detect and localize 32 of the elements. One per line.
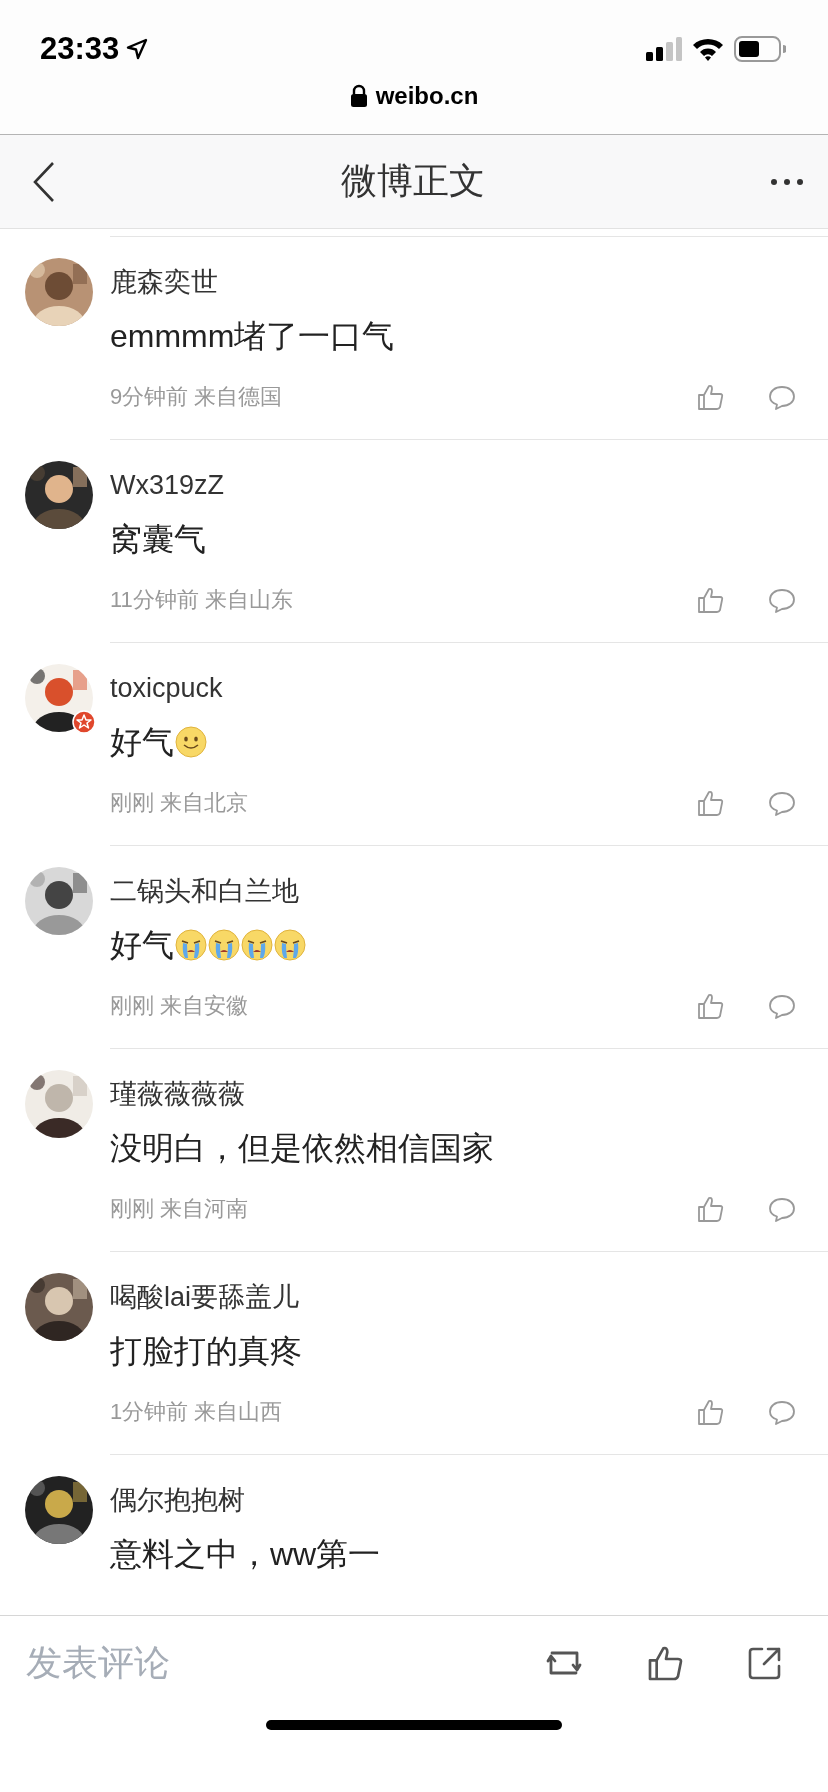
comment-text: 好气 bbox=[110, 723, 174, 762]
username[interactable]: Wx319zZ bbox=[110, 467, 828, 503]
comment-field[interactable]: 发表评论 bbox=[26, 1642, 326, 1684]
battery-icon bbox=[734, 36, 786, 62]
comment-text: 没明白，但是依然相信国家 bbox=[110, 1129, 494, 1168]
username[interactable]: 瑾薇薇薇薇 bbox=[110, 1076, 828, 1112]
wifi-icon bbox=[692, 37, 724, 61]
username[interactable]: 鹿森奕世 bbox=[110, 264, 828, 300]
username[interactable]: 喝酸lai要舔盖儿 bbox=[110, 1279, 828, 1315]
signal-icon bbox=[646, 37, 682, 61]
comment-meta: 刚刚 来自北京 bbox=[110, 789, 249, 817]
share-icon[interactable] bbox=[748, 1646, 782, 1680]
lock-icon bbox=[349, 84, 368, 108]
comment-text: 意料之中，ww第一 bbox=[110, 1535, 381, 1574]
username[interactable]: 偶尔抱抱树 bbox=[110, 1482, 828, 1518]
comment-text: 打脸打的真疼 bbox=[110, 1332, 302, 1371]
comment-meta: 9分钟前 来自德国 bbox=[110, 383, 283, 411]
username[interactable]: 二锅头和白兰地 bbox=[110, 873, 828, 909]
comment-meta: 1分钟前 来自山西 bbox=[110, 1398, 283, 1426]
comment-meta: 刚刚 来自安徽 bbox=[110, 992, 249, 1020]
clock-time: 23:33 bbox=[40, 31, 120, 67]
url-text[interactable]: weibo.cn bbox=[375, 82, 479, 110]
comment-meta: 刚刚 来自河南 bbox=[110, 1195, 249, 1223]
username[interactable]: toxicpuck bbox=[110, 670, 828, 706]
comment-text: 窝囊气 bbox=[110, 520, 206, 559]
comment-text: emmmm堵了一口气 bbox=[110, 317, 395, 356]
more-icon[interactable] bbox=[770, 177, 804, 186]
comment-text: 好气 bbox=[110, 926, 174, 965]
comment-meta: 11分钟前 来自山东 bbox=[110, 586, 293, 614]
page-title: 微博正文 bbox=[341, 159, 485, 203]
back-icon[interactable] bbox=[32, 160, 56, 203]
location-arrow-icon bbox=[125, 37, 150, 61]
